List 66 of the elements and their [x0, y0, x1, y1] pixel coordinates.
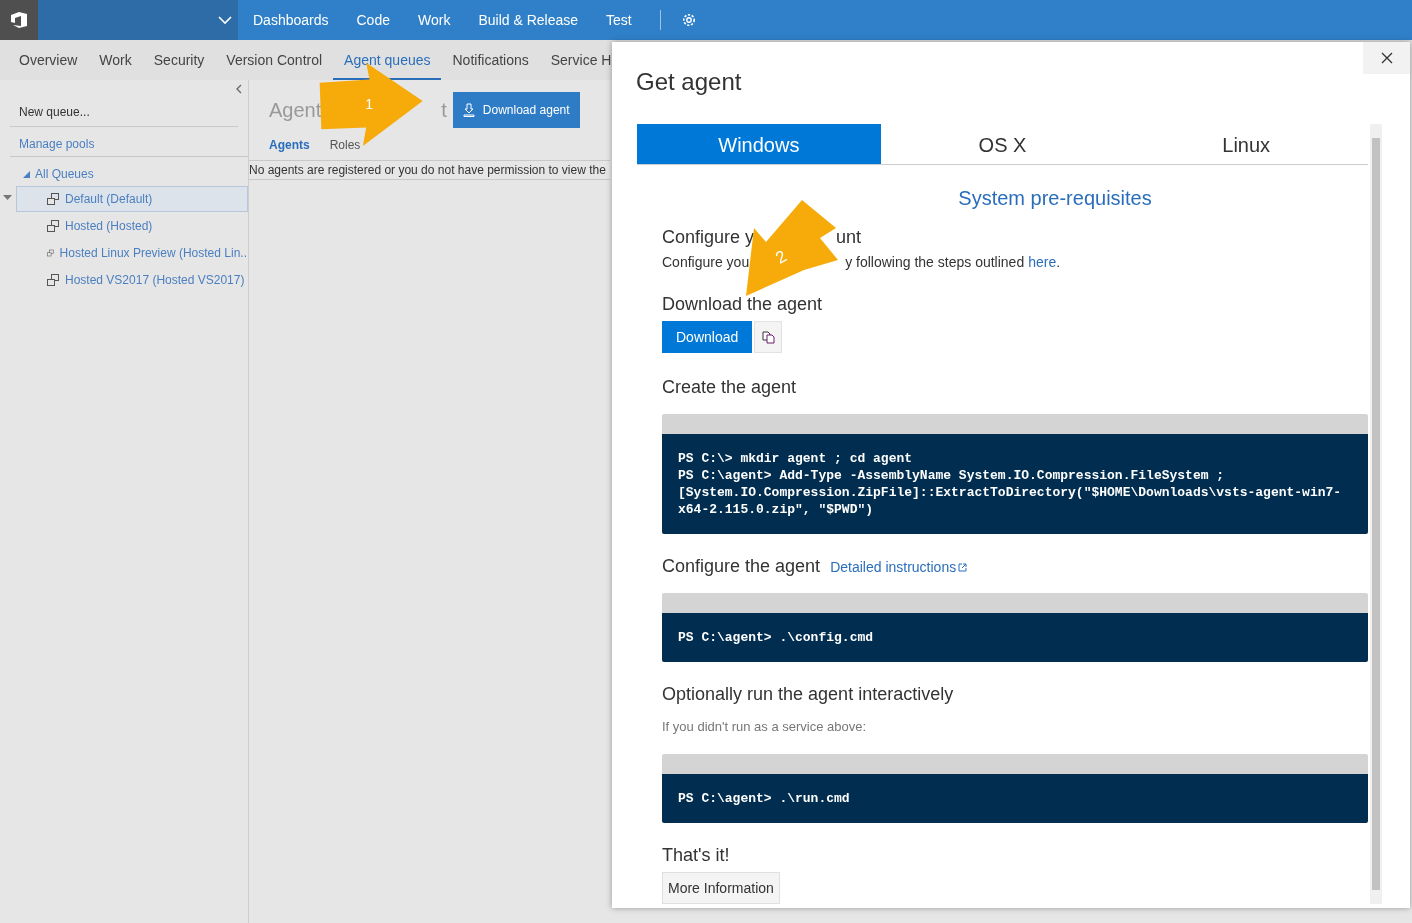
- close-button[interactable]: [1363, 42, 1410, 74]
- queue-item[interactable]: Hosted (Hosted): [16, 213, 248, 239]
- dialog-title: Get agent: [635, 67, 743, 97]
- chevron-left-icon[interactable]: [235, 84, 243, 94]
- manage-pools-link[interactable]: Manage pools: [10, 132, 248, 157]
- nav-tab[interactable]: Version Control: [215, 40, 334, 80]
- pool-icon: [47, 274, 59, 286]
- new-queue-link[interactable]: New queue...: [10, 100, 238, 127]
- code-line: PS C:\agent> .\run.cmd: [678, 790, 851, 807]
- chevron-down-icon: [218, 15, 232, 25]
- os-tab[interactable]: Windows: [637, 124, 881, 164]
- nav-tab[interactable]: Overview: [8, 40, 89, 80]
- download-agent-button[interactable]: Download agent: [452, 92, 580, 128]
- empty-message: No agents are registered or you do not have permission to view the: [249, 160, 610, 180]
- pivot-tab[interactable]: Agents: [269, 138, 310, 160]
- download-icon: [462, 103, 475, 117]
- hint-text: If you didn't run as a service above:: [662, 719, 868, 734]
- pivot-tab[interactable]: Roles: [329, 138, 361, 160]
- nav-tab[interactable]: Security: [142, 40, 216, 80]
- code-line: PS C:\agent> .\config.cmd: [678, 629, 875, 646]
- pool-icon: [47, 247, 54, 259]
- pool-icon: [47, 220, 59, 232]
- detailed-instructions-link[interactable]: Detailed instructions: [830, 559, 968, 575]
- caret-icon: [3, 195, 12, 201]
- pool-icon: [47, 193, 59, 205]
- paragraph-text: Configure you: [662, 254, 750, 270]
- nav-tab[interactable]: Notifications: [441, 40, 540, 80]
- here-link[interactable]: here: [1028, 254, 1057, 270]
- period-text: .: [1056, 254, 1061, 270]
- logo-icon: [9, 11, 29, 29]
- section-heading: That's it!: [662, 845, 730, 866]
- copy-icon: [761, 330, 775, 344]
- expanded-triangle-icon[interactable]: [23, 170, 30, 178]
- code-line: PS C:\> mkdir agent ; cd agent: [678, 450, 914, 467]
- close-icon: [1380, 52, 1393, 64]
- top-nav-link[interactable]: Work: [417, 12, 451, 28]
- tree-item[interactable]: All Queues: [35, 167, 94, 181]
- copy-button[interactable]: [754, 321, 783, 353]
- paragraph-text: y following the steps outlined: [845, 254, 1025, 270]
- os-tab[interactable]: Linux: [1124, 124, 1368, 164]
- more-information-button[interactable]: More Information: [662, 872, 780, 904]
- section-heading: Configure the agent: [662, 556, 821, 577]
- code-line: PS C:\agent> Add-Type -AssemblyName System.IO.Compression.FileSystem ;: [678, 467, 1226, 484]
- top-nav-link[interactable]: Dashboards: [253, 12, 329, 28]
- scrollbar[interactable]: [1370, 124, 1382, 904]
- page-title: Agent: [269, 98, 322, 122]
- queue-item[interactable]: Hosted VS2017 (Hosted VS2017): [16, 267, 248, 293]
- queue-item[interactable]: Default (Default): [16, 186, 248, 212]
- section-heading: Download the agent: [662, 294, 824, 315]
- page-title: t: [441, 98, 447, 122]
- prerequisites-link[interactable]: System pre-requisites: [958, 187, 1152, 209]
- queue-item[interactable]: Hosted Linux Preview (Hosted Lin..: [16, 240, 248, 266]
- logo-tile[interactable]: [0, 0, 38, 40]
- section-heading: Optionally run the agent interactively: [662, 684, 954, 705]
- os-tab[interactable]: OS X: [880, 124, 1125, 164]
- section-heading: Create the agent: [662, 377, 797, 398]
- top-nav-link[interactable]: Test: [606, 12, 632, 28]
- download-button[interactable]: Download: [662, 321, 753, 353]
- section-heading: unt: [836, 227, 862, 248]
- code-line: x64-2.115.0.zip", "$PWD"): [678, 501, 875, 518]
- nav-tab[interactable]: Work: [88, 40, 143, 80]
- code-line: [System.IO.Compression.ZipFile]::ExtractToDirectory("$HOME\Downloads\vsts-agent-win7-: [678, 484, 1343, 501]
- top-nav-link[interactable]: Build & Release: [478, 12, 578, 28]
- settings-icon[interactable]: [680, 12, 697, 28]
- external-link-icon: [958, 562, 968, 572]
- top-nav-link[interactable]: Code: [356, 12, 390, 28]
